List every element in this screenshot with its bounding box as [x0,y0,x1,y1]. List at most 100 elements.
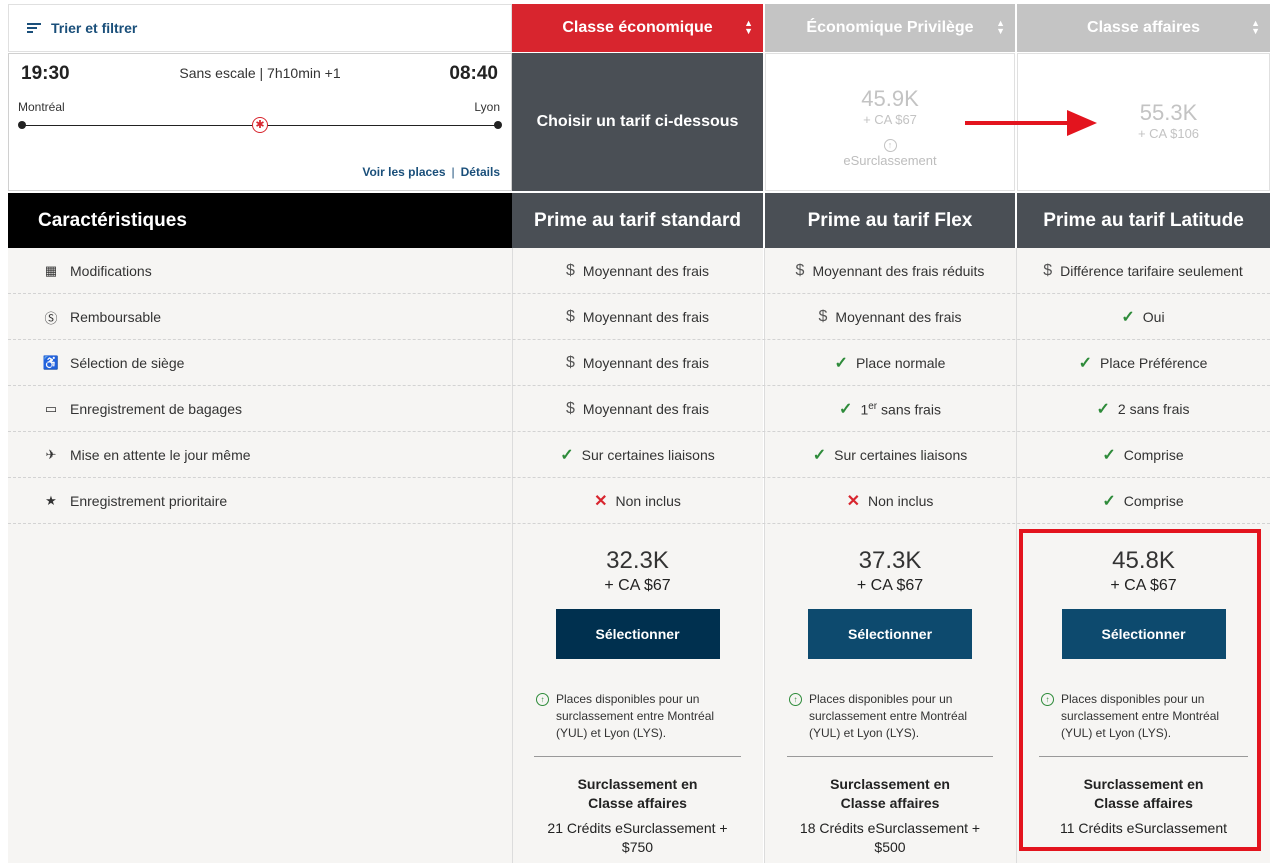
feature-value-standard: $ Moyennant des frais [512,386,763,432]
feature-label-cell: ★ Enregistrement prioritaire [42,478,227,524]
cabin-label: Économique Privilège [806,19,974,36]
destination-city: Lyon [474,100,500,114]
choose-fare-cell: Choisir un tarif ci-dessous [512,53,763,191]
feature-value-label: Moyennant des frais [582,309,709,325]
sort-icon [27,22,41,34]
cabin-tab-economy[interactable]: Classe économique ▲ ▼ [512,4,763,52]
features-header: Caractéristiques [8,193,512,248]
upgrade-icon: ↑ [883,139,897,152]
sort-arrows-icon: ▲ ▼ [744,18,753,36]
divider [534,756,741,757]
feature-value-label: Moyennant des frais [582,263,709,279]
view-seats-link[interactable]: Voir les places [362,165,445,179]
arrival-time: 08:40 [449,63,498,84]
feature-value-flex: ✓ Place normale [764,340,1016,386]
destination-dot [494,121,502,129]
flight-links: Voir les places | Détails [362,165,500,179]
feature-value-text: Place Préférence [1100,355,1207,371]
cabin-label: Classe économique [562,19,713,36]
feature-value-flex: ✕ Non inclus [764,478,1016,524]
upgrade-cost: 21 Crédits eSurclassement + $750 [547,820,728,855]
feature-value-text: Moyennant des frais [583,309,709,325]
price-points: 32.3K [606,547,669,574]
upgrade-available-icon: ↑ [536,693,549,706]
feature-value-text: Moyennant des frais [835,309,961,325]
feature-label-cell: ▦ Modifications [42,248,152,294]
dollar-icon: $ [566,262,575,279]
feature-label: Enregistrement de bagages [70,401,242,417]
suitcase-icon: ▭ [44,401,58,416]
feature-value-label: Moyennant des frais [582,401,709,417]
feature-value-text: Sur certaines liaisons [834,447,967,463]
details-link[interactable]: Détails [461,165,500,179]
feature-label: Remboursable [70,309,162,325]
dollar-icon: $ [795,262,805,279]
feature-label: Mise en attente le jour même [70,447,251,463]
dollar-icon: $ [566,308,575,325]
sort-arrows-icon: ▲ ▼ [1251,18,1260,36]
check-icon: ✓ [812,447,827,464]
link-separator: | [451,165,455,179]
dollar-icon: $ [1043,262,1053,279]
feature-label-cell: Ⓢ Remboursable [42,294,161,340]
feature-value-text: Différence tarifaire seulement [1060,263,1243,279]
cabin-tab-business[interactable]: Classe affaires ▲ ▼ [1017,4,1270,52]
cross-icon: ✕ [846,493,861,510]
fare-header-standard: Prime au tarif standard [512,193,763,248]
fare-header-latitude: Prime au tarif Latitude [1017,193,1270,248]
price-cash: + CA $67 [604,577,671,594]
flight-summary-card: 19:30 Sans escale | 7h10min +1 08:40 Mon… [8,53,512,191]
feature-value-label: Moyennant des frais [835,309,962,325]
feature-value-text: 2 sans frais [1118,401,1190,417]
check-icon: ✓ [560,447,574,464]
price-points: 37.3K [858,547,922,574]
upgrade-availability: ↑ Places disponibles pour un surclasseme… [789,691,993,742]
feature-value-label: Moyennant des frais [582,355,709,371]
price-block-flex: 37.3K + CA $67 Sélectionner ↑ Places dis… [765,524,1015,857]
feature-row: Ⓢ Remboursable $ Moyennant des frais $ Moyenn… [8,294,1270,340]
check-icon: ✓ [1121,309,1135,326]
sort-arrows-icon: ▲ ▼ [996,18,1005,36]
check-icon: ✓ [839,401,853,418]
feature-label: Enregistrement prioritaire [70,493,228,509]
plane-clock-icon: ✈ [45,447,57,462]
star-box-icon: ★ [45,493,57,508]
feature-label-cell: ♿ Sélection de siège [42,340,185,386]
divider [787,756,993,757]
feature-row: ✈ Mise en attente le jour même ✓ Sur certai… [8,432,1270,478]
feature-label-cell: ▭ Enregistrement de bagages [42,386,242,432]
select-standard-button[interactable]: Sélectionner [555,609,720,659]
feature-value-label: Moyennant des frais réduits [812,263,985,279]
dollar-circle-icon: Ⓢ [44,310,58,326]
feature-value-latitude: ✓ Place Préférence [1016,340,1270,386]
feature-value-text: 1er sans frais [860,401,941,418]
cabin-label: Classe affaires [1087,19,1200,36]
select-flex-button[interactable]: Sélectionner [808,609,972,659]
dollar-icon: $ [566,354,575,371]
feature-value-text: Comprise [1124,447,1184,463]
feature-value-latitude: ✓ Comprise [1016,432,1270,478]
feature-value-text: Sur certaines liaisons [582,447,715,463]
cross-icon: ✕ [594,493,608,510]
price-block-standard: 32.3K + CA $67 Sélectionner ↑ Places dis… [512,524,763,857]
feature-value-flex: $ Moyennant des frais [764,294,1016,340]
cabin-tab-premium[interactable]: Économique Privilège ▲ ▼ [765,4,1015,52]
feature-value-label: Comprise [1123,447,1184,463]
calendar-icon: ▦ [44,263,58,278]
feature-value-latitude: ✓ Comprise [1016,478,1270,524]
upgrade-availability: ↑ Places disponibles pour un surclasseme… [536,691,741,742]
feature-value-standard: ✓ Sur certaines liaisons [512,432,763,478]
feature-value-latitude: ✓ Oui [1016,294,1270,340]
check-icon: ✓ [1102,493,1116,510]
feature-value-latitude: ✓ 2 sans frais [1016,386,1270,432]
sort-filter-button[interactable]: Trier et filtrer [8,4,512,52]
feature-value-label: Place Préférence [1100,355,1208,371]
feature-value-label: Comprise [1123,493,1184,509]
upgrade-availability-text: Places disponibles pour un surclassement… [809,692,968,740]
check-icon: ✓ [834,355,848,372]
feature-row: ▦ Modifications $ Moyennant des frais $ Moyen… [8,248,1270,294]
feature-value-standard: $ Moyennant des frais [512,294,763,340]
upgrade-title: Surclassement en Classe affaires [577,776,698,811]
feature-value-text: Moyennant des frais [583,263,709,279]
ordinal-suffix: er [868,400,878,412]
